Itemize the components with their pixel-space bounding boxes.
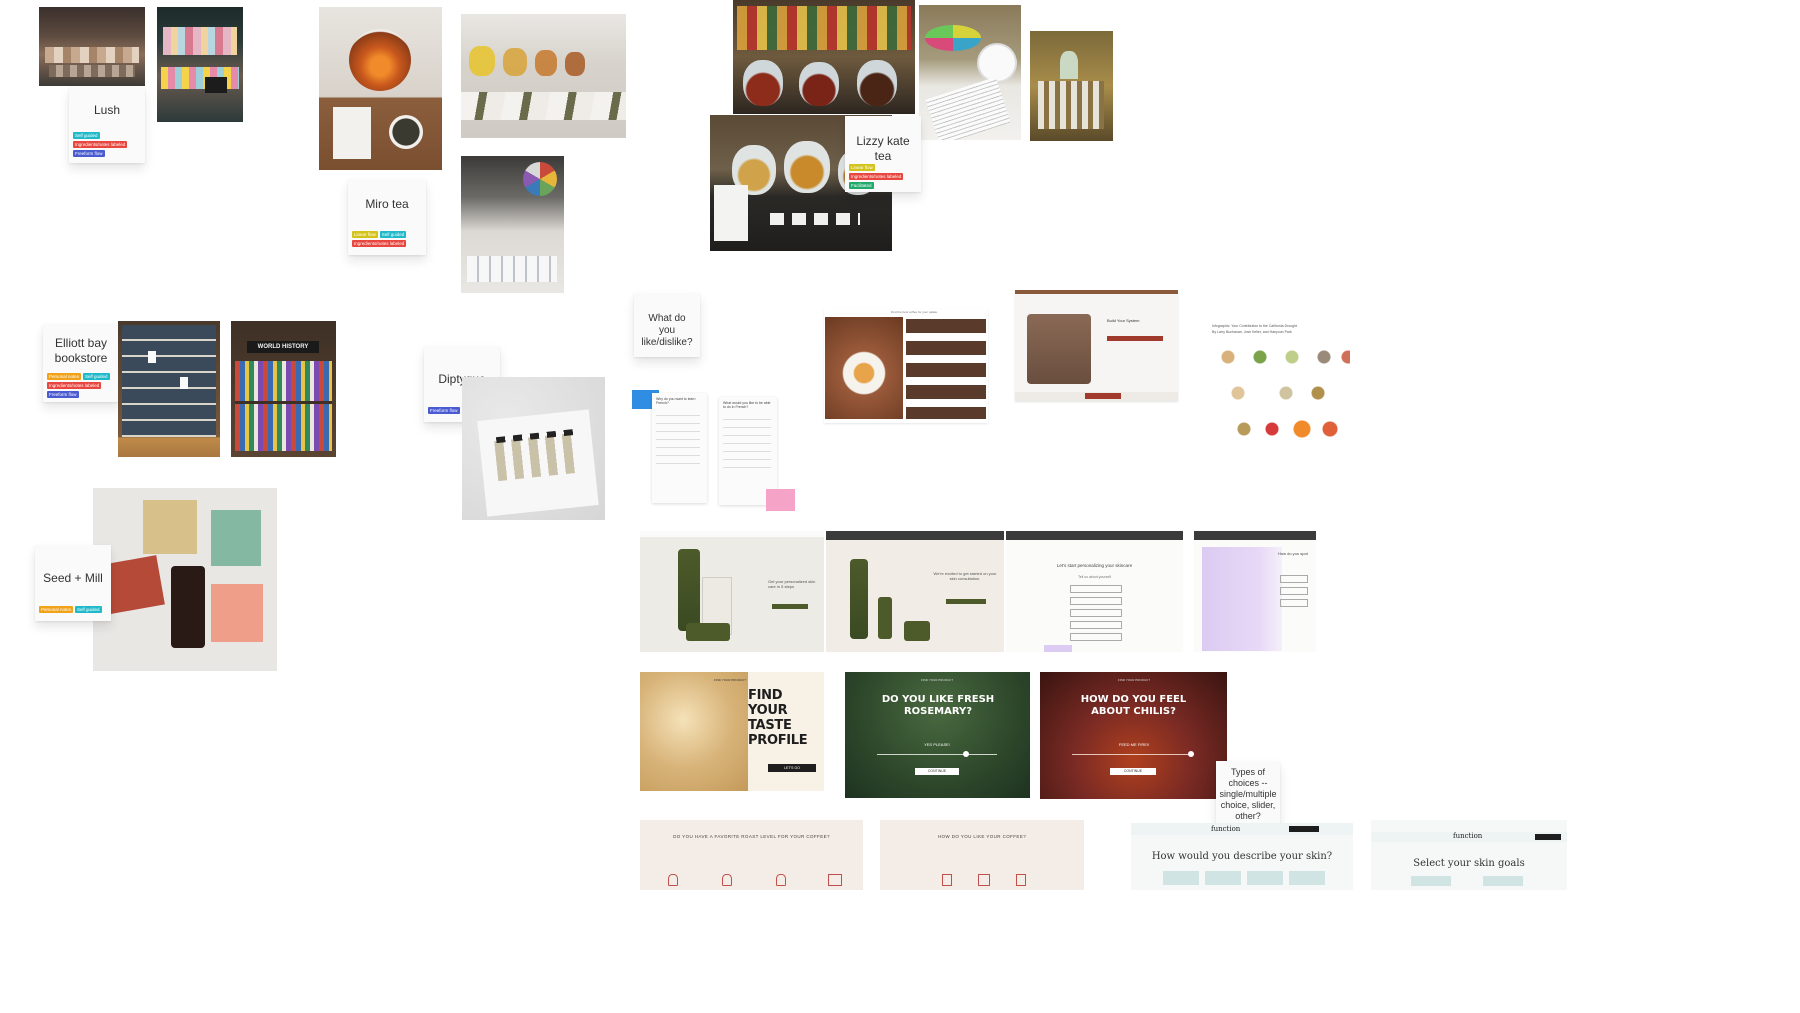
quiz-question: What would you like to be able to do in … [723,401,771,409]
find-product-label: FIND YOUR PRODUCT [713,678,747,682]
tag-self-guided: Self guided [75,606,102,613]
skin-about-text: Tell us about yourself [1078,575,1111,579]
elliott-bay-photo-shelf[interactable] [118,321,220,457]
sticky-note-elliott-bay[interactable]: Elliott bay bookstore Personal notes Sel… [43,324,119,402]
lets-go-button[interactable]: LET'S GO [768,764,816,772]
tag-list: Linear flow Self guided Ingredients/note… [348,231,426,247]
find-product-label: FIND YOUR PRODUCT [1117,678,1151,682]
lush-store-photo-2[interactable] [157,7,243,122]
tag-personal-notes: Personal notes [47,373,82,380]
sticky-title: Miro tea [365,197,409,211]
rosemary-question-screen[interactable]: FIND YOUR PRODUCT DO YOU LIKE FRESH ROSE… [845,672,1030,798]
tag-list: Linear flow Ingredients/notes labeled Fa… [845,164,921,189]
continue-button[interactable]: CONTINUE [1110,768,1156,775]
tag-list: Personal notes Self guided Ingredients/n… [43,373,119,398]
miro-tea-photo-tasting[interactable] [461,14,626,138]
infographic-byline: By Larry Buchanan, Josh Keller, and Haey… [1212,330,1292,334]
seed-mill-photo[interactable] [93,488,277,671]
tag-self-guided: Self guided [73,132,100,139]
slider-label: YES PLEASE! [924,742,950,747]
sticky-note-seed-mill[interactable]: Seed + Mill Personal notes Self guided [35,545,111,621]
taste-profile-screen[interactable]: FIND YOUR PRODUCT FIND YOUR TASTE PROFIL… [640,672,824,791]
skincare-started-screen[interactable]: We're excited to get started on your ski… [826,531,1004,652]
diptyque-photo-vials[interactable] [462,377,605,520]
sticky-note-lush[interactable]: Lush Self guided Ingredients/notes label… [69,87,145,163]
tag-linear-flow: Linear flow [352,231,378,238]
sticky-title: Lizzy kate tea [856,134,910,163]
tag-self-guided: Self guided [83,373,110,380]
lizzy-kate-photo-cups[interactable] [919,5,1021,140]
roast-question: DO YOU HAVE A FAVORITE ROAST LEVEL FOR Y… [673,834,830,839]
sticky-note-lizzy-kate-tea[interactable]: Lizzy kate tea Linear flow Ingredients/n… [845,116,921,192]
quiz-question: Why do you want to learn French? [656,397,696,405]
sticky-title: Elliott bay bookstore [54,336,108,365]
tag-freeform-flow: Freeform flow [428,407,460,414]
coffee-heading: Find the best coffee for your palate [890,310,938,314]
infographic-screen[interactable]: Infographic: Your Contribution to the Ca… [1208,322,1358,450]
sticky-title: Lush [93,103,121,117]
rosemary-slider[interactable] [877,754,997,755]
tag-ingredients-labeled: Ingredients/notes labeled [849,173,904,180]
skincare-home-screen[interactable]: Get your personalized skin care in 5 ste… [640,531,824,652]
skincare-personalize-screen[interactable]: Let's start personalizing your skincare … [1006,531,1183,652]
elliott-bay-photo-world-history[interactable]: WORLD HISTORY [231,321,336,457]
coffee-quiz-screen[interactable]: Find the best coffee for your palate [824,309,988,423]
build-heading: Build Your System [1107,318,1140,323]
build-your-system-screen[interactable]: Build Your System [1015,290,1178,401]
sticky-title: Types of choices -- single/multiple choi… [1219,767,1277,821]
skin-started-text: We're excited to get started on your ski… [933,571,997,581]
tag-freeform-flow: Freeform flow [47,391,79,398]
skin-cta-text: Get your personalized skin care in 5 ste… [768,579,816,589]
function-logo: function [1453,832,1483,840]
tag-facilitated: Facilitated [849,182,874,189]
describe-skin-question: How would you describe your skin? [1151,851,1333,862]
taste-profile-heading: FIND YOUR TASTE PROFILE [748,688,808,748]
skincare-spot-screen[interactable]: How do you spot [1194,531,1316,652]
skin-goals-question: Select your skin goals [1413,858,1525,869]
tag-freeform-flow: Freeform flow [73,150,105,157]
slider-label: FEED ME FIRE!! [1118,742,1150,747]
pink-accent-square [766,489,795,511]
world-history-sign: WORLD HISTORY [247,341,319,353]
coffee-preference-screen[interactable]: HOW DO YOU LIKE YOUR COFFEE? [880,820,1084,890]
sticky-title: What do you like/dislike? [641,313,693,348]
lizzy-kate-photo-tubes[interactable] [1030,31,1113,141]
tag-linear-flow: Linear flow [849,164,875,171]
tag-list: Personal notes Self guided [35,606,111,613]
miro-tea-photo-teapot[interactable] [319,7,442,170]
chilis-slider[interactable] [1072,754,1194,755]
rosemary-slider-thumb[interactable] [963,751,969,757]
describe-skin-screen[interactable]: function How would you describe your ski… [1131,823,1353,890]
tag-list: Self guided Ingredients/notes labeled Fr… [69,132,145,157]
miro-tea-photo-bar[interactable] [461,156,564,293]
rosemary-question: DO YOU LIKE FRESH ROSEMARY? [881,694,995,717]
sticky-note-likes-dislikes[interactable]: What do you like/dislike? [634,293,700,357]
lush-store-photo-1[interactable] [39,7,145,86]
whiteboard-canvas[interactable]: Lush Self guided Ingredients/notes label… [0,0,1800,1013]
tag-ingredients-labeled: Ingredients/notes labeled [47,382,102,389]
chilis-question-screen[interactable]: FIND YOUR PRODUCT HOW DO YOU FEEL ABOUT … [1040,672,1227,799]
roast-level-screen[interactable]: DO YOU HAVE A FAVORITE ROAST LEVEL FOR Y… [640,820,863,890]
infographic-title: Infographic: Your Contribution to the Ca… [1212,324,1298,328]
tag-self-guided: Self guided [379,231,407,238]
skin-spot-text: How do you spot [1278,551,1308,556]
sticky-note-miro-tea[interactable]: Miro tea Linear flow Self guided Ingredi… [348,179,426,255]
coffee-question: HOW DO YOU LIKE YOUR COFFEE? [937,834,1027,839]
find-product-label: FIND YOUR PRODUCT [920,678,954,682]
chilis-question: HOW DO YOU FEEL ABOUT CHILIS? [1080,694,1187,717]
skin-goals-screen[interactable]: function Select your skin goals [1371,820,1567,890]
tag-personal-notes: Personal notes [39,606,74,613]
skin-personalize-text: Let's start personalizing your skincare [1056,563,1133,568]
sticky-title: Seed + Mill [43,571,103,585]
language-quiz-screen-1[interactable]: Why do you want to learn French? [652,393,707,503]
function-logo: function [1211,825,1241,833]
continue-button[interactable]: CONTINUE [915,768,959,775]
tag-ingredients-labeled: Ingredients/notes labeled [73,141,128,148]
tag-ingredients-labeled: Ingredients/notes labeled [352,240,407,247]
sticky-note-types-of-choices[interactable]: Types of choices -- single/multiple choi… [1216,761,1280,825]
chilis-slider-thumb[interactable] [1188,751,1194,757]
lizzy-kate-photo-shelves[interactable] [733,0,915,114]
